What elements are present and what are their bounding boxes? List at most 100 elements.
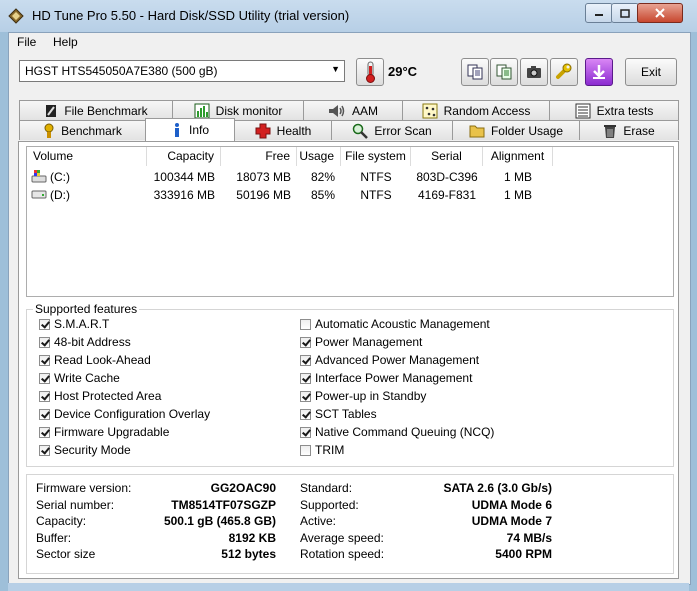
features-left-list: S.M.A.R.T 48-bit Address Read Look-Ahead Wr…: [39, 316, 289, 460]
drive-info-left: Firmware version: GG2OAC90 Serial number: T…: [36, 481, 276, 564]
info-row: Rotation speed: 5400 RPM: [300, 547, 552, 564]
temperature-button[interactable]: [356, 58, 384, 86]
drive-select[interactable]: HGST HTS545050A7E380 (500 gB) ▼: [19, 60, 345, 82]
volume-name[interactable]: (D:): [50, 188, 70, 202]
exit-button[interactable]: Exit: [625, 58, 677, 86]
col-usage[interactable]: Usage: [297, 147, 341, 166]
info-label: Rotation speed:: [300, 547, 385, 561]
copy-all-icon: [496, 64, 512, 80]
feature-checkbox[interactable]: [300, 318, 311, 330]
tab-benchmark-label: Benchmark: [61, 123, 122, 138]
feature-checkbox[interactable]: [300, 390, 311, 402]
minimize-button[interactable]: [585, 3, 613, 23]
feature-firmware-upgradable: Firmware Upgradable: [39, 424, 289, 440]
feature-label: Automatic Acoustic Management: [315, 317, 490, 331]
info-row: Average speed: 74 MB/s: [300, 531, 552, 548]
volume-name[interactable]: (C:): [50, 170, 70, 184]
info-label: Sector size: [36, 547, 96, 561]
save-button[interactable]: [585, 58, 613, 86]
tab-benchmark[interactable]: Benchmark: [19, 120, 146, 140]
feature-checkbox[interactable]: [39, 426, 50, 438]
info-row: Firmware version: GG2OAC90: [36, 481, 276, 498]
info-value: GG2OAC90: [210, 481, 276, 495]
feature-checkbox[interactable]: [39, 318, 50, 330]
tab-error-scan[interactable]: Error Scan: [331, 120, 453, 140]
volume-alignment: 1 MB: [503, 170, 532, 184]
feature-checkbox[interactable]: [39, 444, 50, 456]
tab-disk-monitor[interactable]: Disk monitor: [172, 100, 304, 120]
info-value: 8192 KB: [228, 530, 276, 545]
temperature-value: 29°C: [388, 64, 418, 79]
feature-checkbox[interactable]: [39, 336, 50, 348]
drive-select-value: HGST HTS545050A7E380 (500 gB): [25, 64, 218, 78]
tab-aam-label: AAM: [351, 103, 378, 118]
col-volume[interactable]: Volume: [27, 147, 147, 166]
col-alignment[interactable]: Alignment: [483, 147, 553, 166]
drive-info-right: Standard: SATA 2.6 (3.0 Gb/s) Supported: UD…: [300, 481, 552, 564]
feature-label: Firmware Upgradable: [54, 425, 170, 439]
file-benchmark-icon: [46, 104, 57, 117]
info-value: UDMA Mode 6: [471, 497, 552, 512]
feature-checkbox[interactable]: [39, 354, 50, 366]
menu-file[interactable]: File: [17, 35, 36, 49]
health-cross-icon: [255, 123, 271, 138]
info-label: Firmware version:: [36, 481, 132, 495]
feature-checkbox[interactable]: [300, 408, 311, 420]
copy-all-button[interactable]: [490, 58, 518, 86]
col-free[interactable]: Free: [221, 147, 297, 166]
feature-checkbox[interactable]: [300, 444, 311, 456]
info-label: Serial number:: [36, 497, 115, 512]
copy-button[interactable]: [461, 58, 489, 86]
camera-icon: [527, 66, 541, 78]
col-capacity[interactable]: Capacity: [147, 147, 221, 166]
volume-free: 18073 MB: [236, 170, 291, 184]
feature-checkbox[interactable]: [300, 426, 311, 438]
options-button[interactable]: [550, 58, 578, 86]
maximize-icon: [620, 8, 630, 18]
feature-checkbox[interactable]: [39, 408, 50, 420]
col-file-system[interactable]: File system: [341, 147, 411, 166]
volume-usage: 85%: [310, 188, 335, 202]
tab-erase[interactable]: Erase: [579, 120, 679, 140]
feature-label: Power-up in Standby: [315, 389, 427, 403]
info-label: Supported:: [300, 497, 359, 512]
info-label: Average speed:: [300, 530, 384, 545]
feature-checkbox[interactable]: [300, 336, 311, 348]
feature-label: S.M.A.R.T: [54, 317, 110, 331]
tab-aam[interactable]: AAM: [303, 100, 403, 120]
volume-capacity: 333916 MB: [153, 188, 215, 202]
feature-label: Device Configuration Overlay: [54, 407, 211, 421]
feature-label: Native Command Queuing (NCQ): [315, 425, 495, 439]
feature-checkbox[interactable]: [39, 390, 50, 402]
tab-info-label: Info: [188, 123, 209, 137]
info-row: Active: UDMA Mode 7: [300, 514, 552, 531]
feature-checkbox[interactable]: [300, 372, 311, 384]
tab-health[interactable]: Health: [234, 120, 332, 140]
feature-label: Advanced Power Management: [315, 353, 480, 367]
feature-checkbox[interactable]: [300, 354, 311, 366]
tab-file-benchmark[interactable]: File Benchmark: [19, 100, 173, 120]
tab-extra-tests[interactable]: Extra tests: [549, 100, 679, 120]
tab-folder-usage[interactable]: Folder Usage: [452, 120, 580, 140]
menu-help[interactable]: Help: [53, 35, 78, 49]
col-serial[interactable]: Serial: [411, 147, 483, 166]
tab-random-access[interactable]: Random Access: [402, 100, 550, 120]
extra-tests-icon: [575, 103, 591, 118]
volume-serial: 803D-C396: [416, 170, 478, 184]
maximize-button[interactable]: [611, 3, 639, 23]
drive-icon: [31, 190, 47, 199]
feature-security-mode: Security Mode: [39, 442, 289, 458]
close-button[interactable]: [637, 3, 683, 23]
screenshot-button[interactable]: [520, 58, 548, 86]
feature-label: Security Mode: [54, 443, 131, 457]
volume-table[interactable]: [26, 146, 674, 297]
feature-checkbox[interactable]: [39, 372, 50, 384]
info-label: Capacity:: [36, 514, 87, 528]
feature-label: Write Cache: [54, 371, 120, 385]
info-value: 500.1 gB (465.8 GB): [163, 514, 276, 528]
info-label: Active:: [300, 514, 337, 528]
window-title: HD Tune Pro 5.50 - Hard Disk/SSD Utility…: [32, 8, 350, 23]
features-right-list: Automatic Acoustic Management Power Manag…: [300, 316, 660, 460]
tab-info[interactable]: Info: [145, 118, 235, 141]
info-label: Buffer:: [36, 530, 72, 545]
